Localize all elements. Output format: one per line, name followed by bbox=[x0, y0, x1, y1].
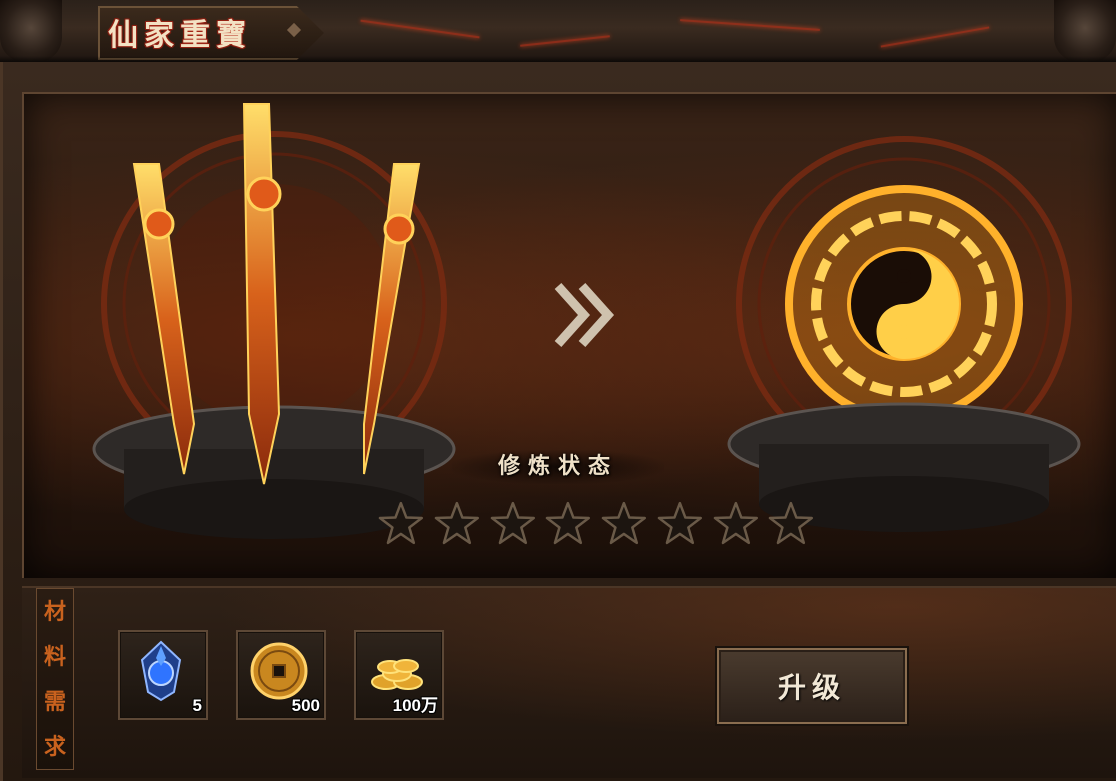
star-icon bbox=[657, 501, 702, 545]
req-char: 需 bbox=[43, 688, 66, 715]
material-slot-crystal[interactable]: 5 bbox=[118, 630, 208, 720]
req-char: 求 bbox=[43, 733, 66, 760]
item-count: 500 bbox=[291, 696, 320, 715]
star-icon bbox=[768, 501, 814, 545]
bagua-taiji-icon bbox=[727, 136, 1081, 532]
star-rating bbox=[378, 500, 814, 548]
item-count: 100万 bbox=[392, 696, 438, 715]
req-char: 料 bbox=[43, 643, 66, 670]
corner-ornament-right-icon bbox=[1054, 0, 1116, 62]
corner-ornament-left-icon bbox=[0, 0, 62, 62]
copper-coin-icon bbox=[250, 642, 308, 700]
star-icon bbox=[601, 501, 647, 545]
top-frame: 仙家重寶 bbox=[0, 0, 1116, 64]
upgrade-button-label: 升级 bbox=[777, 671, 846, 704]
item-count: 5 bbox=[192, 696, 202, 715]
three-swords-icon bbox=[92, 103, 456, 539]
requirements-label: 材 料 需 求 bbox=[36, 588, 74, 770]
star-icon bbox=[490, 501, 535, 545]
star-icon bbox=[434, 501, 479, 545]
material-slot-gold[interactable]: 100万 bbox=[354, 630, 444, 720]
star-icon bbox=[378, 501, 424, 545]
cultivation-status-label: 修炼状态 bbox=[452, 450, 664, 484]
double-chevron-right-icon bbox=[554, 282, 615, 348]
window-title: 仙家重寶 bbox=[108, 18, 252, 53]
material-slot-copper-coin[interactable]: 500 bbox=[236, 630, 326, 720]
star-icon bbox=[545, 501, 591, 545]
blue-crystal-icon bbox=[140, 640, 182, 702]
req-char: 材 bbox=[43, 598, 66, 625]
star-icon bbox=[713, 501, 758, 545]
upgrade-button[interactable]: 升级 bbox=[717, 648, 907, 724]
